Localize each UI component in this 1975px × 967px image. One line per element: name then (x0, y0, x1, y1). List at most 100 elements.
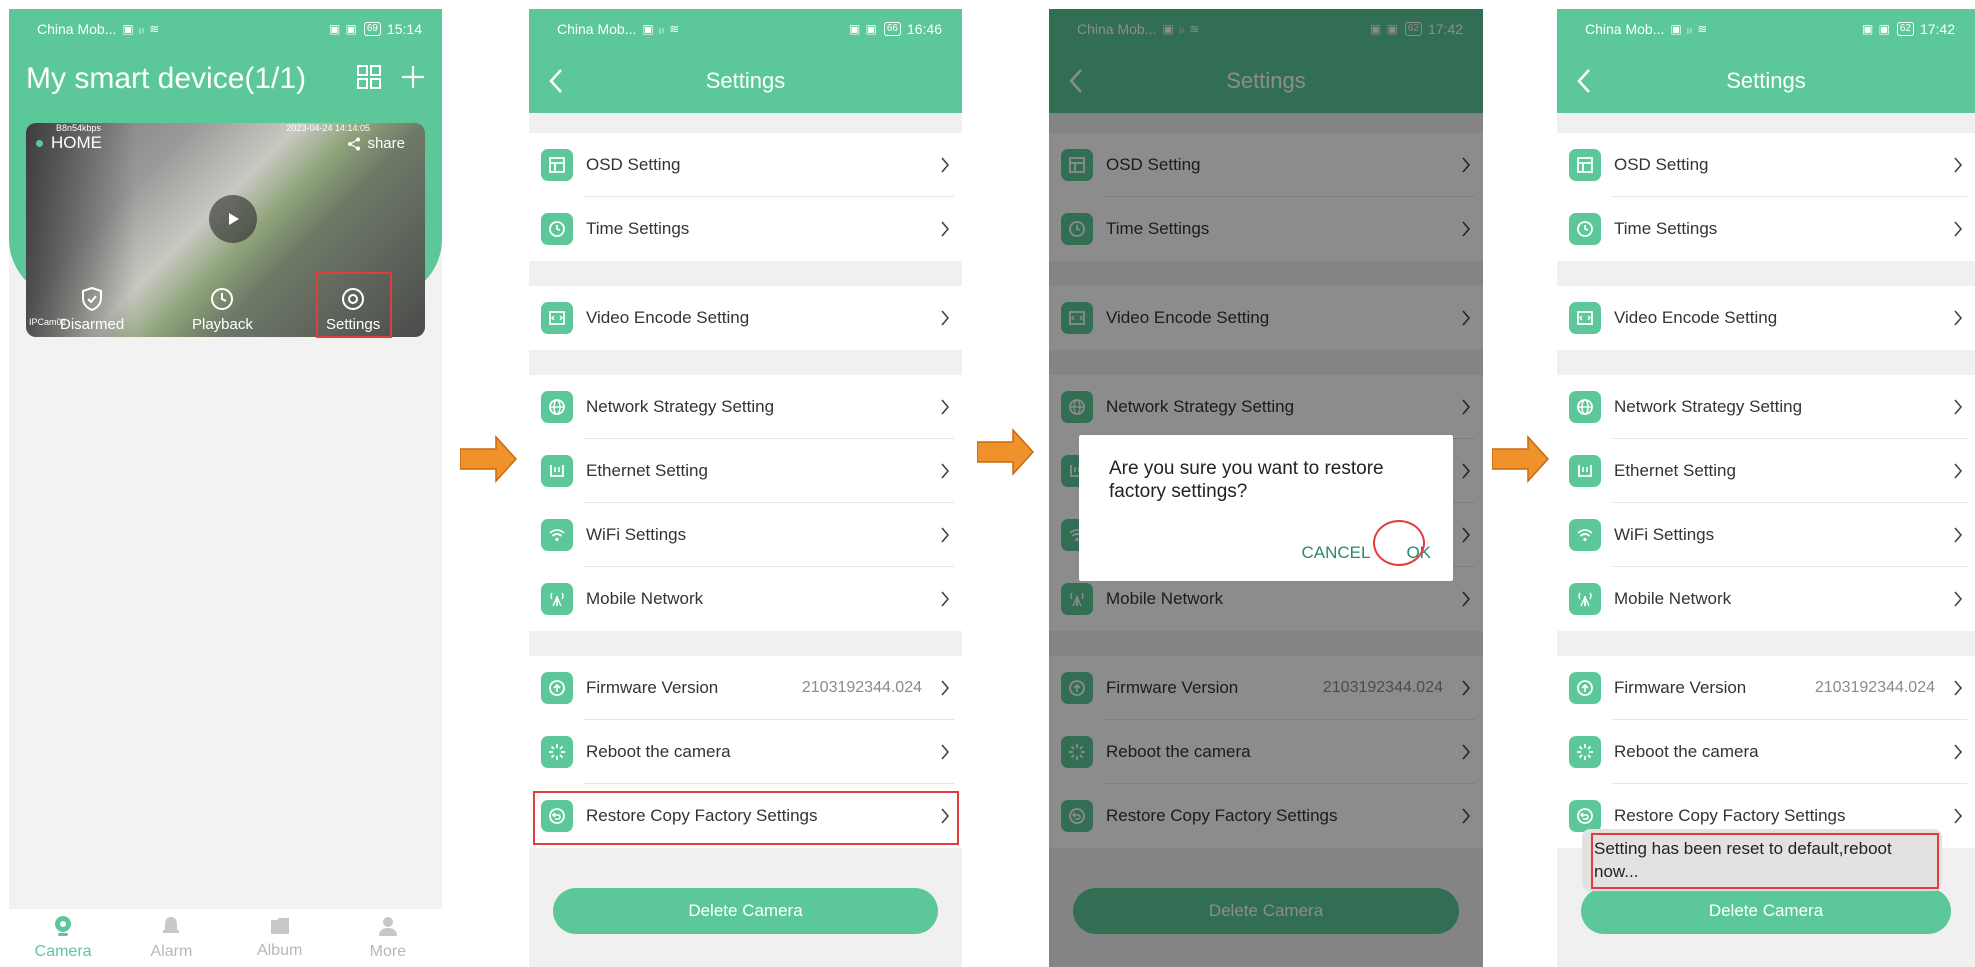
clock: 16:46 (906, 21, 942, 37)
chevron-right-icon (1953, 743, 1963, 761)
signal-icon: ▣ ᵢₗ ≋ (122, 22, 161, 36)
settings-item-time-settings[interactable]: Time Settings (1557, 197, 1975, 261)
settings-item-video-encode-setting[interactable]: Video Encode Setting (529, 286, 962, 350)
wifi-settings-icon (1569, 519, 1601, 551)
battery-icon: 66 (883, 22, 901, 36)
settings-screen: China Mob... ▣ ᵢₗ ≋ ▣ ▣ 66 16:46 Setting… (529, 9, 962, 967)
mobile-network-icon (541, 583, 573, 615)
settings-item-ethernet-setting[interactable]: Ethernet Setting (529, 439, 962, 503)
dialog-message: Are you sure you want to restore factory… (1109, 458, 1384, 502)
settings-item-label: Firmware Version (1614, 678, 1747, 697)
network-strategy-setting-icon (1569, 391, 1601, 423)
settings-item-network-strategy-setting[interactable]: Network Strategy Setting (529, 375, 962, 439)
settings-item-osd-setting[interactable]: OSD Setting (529, 133, 962, 197)
cancel-button[interactable]: CANCEL (1301, 543, 1370, 563)
ok-highlight (1373, 520, 1425, 566)
delete-camera-button[interactable]: Delete Camera (1581, 888, 1951, 934)
settings-item-firmware-version[interactable]: Firmware Version 2103192344.024 (529, 656, 962, 720)
tab-camera[interactable]: Camera (23, 915, 103, 961)
video-encode-setting-icon (541, 302, 573, 334)
settings-item-label: Mobile Network (1614, 589, 1732, 608)
chevron-right-icon (940, 220, 950, 238)
online-dot-icon (36, 139, 43, 147)
tab-album-label: Album (256, 942, 303, 959)
shield-icon (82, 286, 103, 312)
signal-icon: ▣ ᵢₗ ≋ (642, 22, 681, 36)
chevron-right-icon (1953, 807, 1963, 825)
settings-item-ethernet-setting[interactable]: Ethernet Setting (1557, 439, 1975, 503)
settings-item-label: Restore Copy Factory Settings (1614, 806, 1846, 825)
chevron-right-icon (940, 156, 950, 174)
firmware-version-value: 2103192344.024 (1814, 679, 1935, 696)
signal-icon: ▣ ᵢₗ ≋ (1670, 22, 1709, 36)
ethernet-setting-icon (541, 455, 573, 487)
home-screen: China Mob... ▣ ᵢₗ ≋ ▣ ▣ 69 15:14 My smar… (9, 9, 442, 967)
back-icon[interactable] (1575, 67, 1593, 101)
settings-item-osd-setting[interactable]: OSD Setting (1557, 133, 1975, 197)
clock: 15:14 (386, 21, 422, 37)
chevron-right-icon (1953, 398, 1963, 416)
settings-item-label: Reboot the camera (586, 742, 731, 761)
settings-item-label: OSD Setting (1614, 155, 1709, 174)
settings-dialog-screen: China Mob... ▣ ᵢₗ ≋ ▣ ▣ 62 17:42 Setting… (1049, 9, 1483, 967)
settings-item-video-encode-setting[interactable]: Video Encode Setting (1557, 286, 1975, 350)
reboot-the-camera-icon (541, 736, 573, 768)
chevron-right-icon (940, 398, 950, 416)
page-title: My smart device(1/1) (26, 62, 307, 95)
tab-more[interactable]: More (348, 915, 428, 961)
chevron-right-icon (940, 679, 950, 697)
settings-item-label: Time Settings (586, 219, 690, 238)
tab-alarm-label: Alarm (150, 943, 193, 960)
status-bar: China Mob... ▣ ᵢₗ ≋ ▣ ▣ 69 15:14 (9, 9, 442, 49)
bottom-tab-bar: Camera Alarm Album More (9, 909, 442, 967)
time-settings-icon (1569, 213, 1601, 245)
settings-item-label: Video Encode Setting (586, 308, 750, 327)
carrier-label: China Mob... (37, 21, 117, 37)
back-icon[interactable] (547, 67, 565, 101)
settings-item-network-strategy-setting[interactable]: Network Strategy Setting (1557, 375, 1975, 439)
video-encode-setting-icon (1569, 302, 1601, 334)
share-label: share (367, 135, 405, 152)
disarmed-button[interactable]: Disarmed (60, 286, 124, 333)
tab-alarm[interactable]: Alarm (131, 915, 211, 961)
page-title: Settings (705, 68, 786, 93)
tab-album[interactable]: Album (240, 916, 320, 960)
user-icon (378, 917, 397, 936)
settings-item-label: Ethernet Setting (1614, 461, 1736, 480)
clock: 17:42 (1919, 21, 1955, 37)
nfc-icon: ▣ ▣ (848, 22, 878, 36)
arrow-right-icon (460, 435, 518, 483)
settings-item-label: Video Encode Setting (1614, 308, 1778, 327)
play-button[interactable] (209, 195, 257, 243)
share-icon (348, 137, 361, 150)
settings-item-wifi-settings[interactable]: WiFi Settings (529, 503, 962, 567)
page-title: Settings (1726, 68, 1806, 93)
delete-camera-button[interactable]: Delete Camera (553, 888, 938, 934)
battery-icon: 69 (363, 22, 381, 36)
playback-icon (211, 288, 234, 310)
settings-item-mobile-network[interactable]: Mobile Network (529, 567, 962, 631)
settings-item-wifi-settings[interactable]: WiFi Settings (1557, 503, 1975, 567)
share-button[interactable]: share (347, 135, 405, 152)
settings-item-reboot-the-camera[interactable]: Reboot the camera (1557, 720, 1975, 784)
settings-item-firmware-version[interactable]: Firmware Version 2103192344.024 (1557, 656, 1975, 720)
add-device-icon[interactable] (400, 64, 426, 95)
disarmed-label: Disarmed (60, 316, 125, 333)
arrow-right-icon (977, 428, 1035, 476)
settings-item-mobile-network[interactable]: Mobile Network (1557, 567, 1975, 631)
settings-highlight (316, 272, 392, 338)
nfc-icon: ▣ ▣ (1861, 22, 1891, 36)
settings-group: Firmware Version 2103192344.024 Reboot the… (1557, 656, 1975, 848)
restore-highlight (533, 791, 959, 845)
home-title-row: My smart device(1/1) (9, 49, 442, 109)
chevron-right-icon (1953, 526, 1963, 544)
chevron-right-icon (940, 590, 950, 608)
playback-button[interactable]: Playback (192, 286, 253, 333)
settings-item-label: WiFi Settings (586, 525, 687, 544)
grid-view-icon[interactable] (356, 64, 382, 95)
battery-icon: 62 (1896, 22, 1914, 36)
confirm-dialog: Are you sure you want to restore factory… (1079, 435, 1453, 581)
settings-item-time-settings[interactable]: Time Settings (529, 197, 962, 261)
playback-label: Playback (192, 316, 253, 333)
settings-item-reboot-the-camera[interactable]: Reboot the camera (529, 720, 962, 784)
